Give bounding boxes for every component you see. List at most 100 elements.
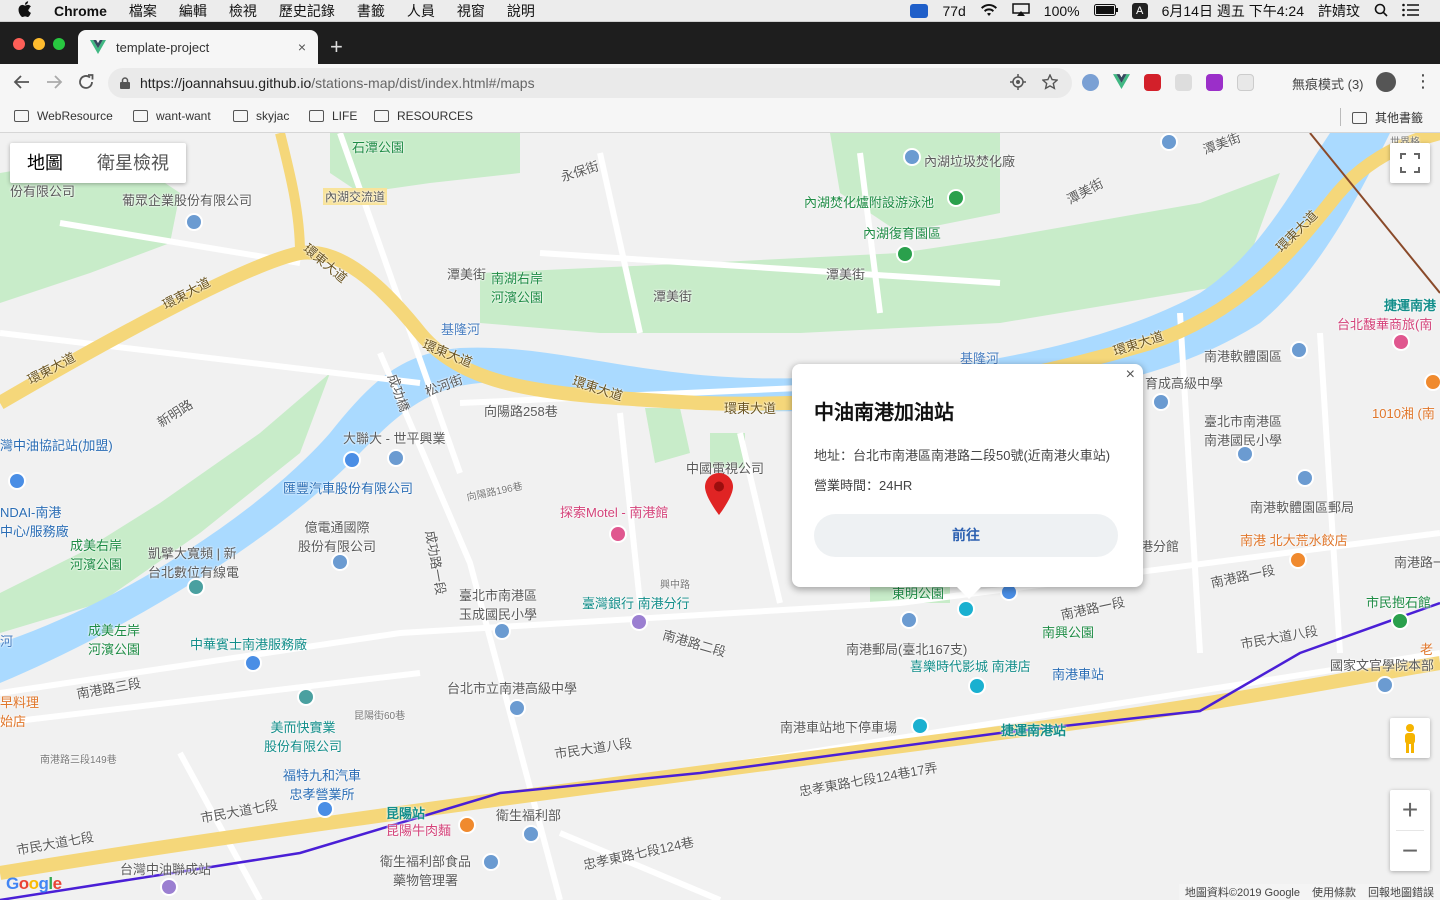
map-label[interactable]: 育成高級中學 bbox=[1145, 373, 1223, 392]
poi-gas-icon[interactable] bbox=[8, 472, 26, 490]
vue-devtools-icon[interactable] bbox=[1113, 74, 1130, 91]
map-label[interactable]: 捷運南港 bbox=[1384, 295, 1436, 314]
extension-rp-icon[interactable] bbox=[1206, 74, 1223, 91]
poi-yitong-icon[interactable] bbox=[331, 553, 349, 571]
map-label[interactable]: 臺北市南港區 南港國民小學 bbox=[1204, 411, 1282, 449]
navigate-button[interactable]: 前往 bbox=[814, 514, 1118, 557]
menu-bookmarks[interactable]: 書籤 bbox=[357, 1, 385, 21]
map-label[interactable]: 成美右岸 河濱公園 bbox=[70, 535, 122, 573]
poi-post-icon[interactable] bbox=[900, 611, 918, 629]
map-label[interactable]: 石潭公園 bbox=[352, 137, 404, 156]
map-label[interactable]: 潭美街 bbox=[653, 286, 692, 305]
menu-people[interactable]: 人員 bbox=[407, 1, 435, 21]
airplay-icon[interactable] bbox=[1012, 2, 1030, 20]
bookmark-want-want[interactable]: want-want bbox=[133, 109, 211, 123]
extension-grid-icon[interactable] bbox=[1237, 74, 1254, 91]
poi-academy-icon[interactable] bbox=[1376, 676, 1394, 694]
map-label[interactable]: 葡眾企業股份有限公司 bbox=[122, 190, 252, 209]
map-label[interactable]: 台北馥華商旅(南 bbox=[1337, 314, 1432, 333]
poi-company-icon[interactable] bbox=[185, 213, 203, 231]
poi-station-parking-icon[interactable] bbox=[911, 717, 929, 735]
poi-parking-icon[interactable] bbox=[957, 600, 975, 618]
address-bar[interactable]: https://joannahsuu.github.io/stations-ma… bbox=[108, 68, 1072, 98]
map-label[interactable]: 南港 北大荒水餃店 bbox=[1240, 530, 1348, 549]
map-label[interactable]: 台灣中油聯成站 bbox=[120, 859, 211, 878]
zoom-out-button[interactable]: − bbox=[1390, 831, 1430, 871]
map-label[interactable]: 探索Motel - 南港館 bbox=[560, 502, 668, 521]
user-name[interactable]: 許婧玟 bbox=[1318, 1, 1360, 21]
map-label[interactable]: 捷運南港站 bbox=[1001, 720, 1066, 739]
menu-help[interactable]: 說明 bbox=[507, 1, 535, 21]
map-label[interactable]: 南港軟體園區 bbox=[1204, 346, 1282, 365]
map-label[interactable]: 1010湘 (南 bbox=[1372, 403, 1435, 422]
map-label[interactable]: 衛生福利部 bbox=[496, 805, 561, 824]
maximize-window-button[interactable] bbox=[53, 38, 65, 50]
notification-center-icon[interactable] bbox=[1402, 3, 1420, 20]
zoom-in-button[interactable]: + bbox=[1390, 790, 1430, 830]
selected-marker-icon[interactable] bbox=[705, 473, 733, 515]
bookmark-star-icon[interactable] bbox=[1041, 73, 1059, 95]
poi-ministry-icon[interactable] bbox=[522, 825, 540, 843]
poi-school-icon[interactable] bbox=[1152, 393, 1170, 411]
poi-cable-icon[interactable] bbox=[187, 578, 205, 596]
map-label[interactable]: 衛生福利部食品 藥物管理署 bbox=[380, 851, 471, 889]
battery-percent[interactable]: 100% bbox=[1044, 3, 1080, 19]
map-label[interactable]: 昆陽牛肉麵 bbox=[386, 820, 451, 839]
poi-elementary-icon[interactable] bbox=[1236, 445, 1254, 463]
poi-motel-icon[interactable] bbox=[609, 525, 627, 543]
poi-hotel-icon[interactable] bbox=[1392, 333, 1410, 351]
map-label[interactable]: 早料理 始店 bbox=[0, 692, 39, 730]
new-tab-button[interactable]: + bbox=[330, 34, 343, 60]
chrome-menu-icon[interactable]: ⋮ bbox=[1414, 71, 1432, 92]
poi-restaurant-icon[interactable] bbox=[1289, 551, 1307, 569]
map-label[interactable]: 內湖垃圾焚化廠 bbox=[924, 151, 1015, 170]
extension-red-icon[interactable] bbox=[1144, 74, 1161, 91]
temperature[interactable]: 77d bbox=[942, 3, 965, 19]
map-label[interactable]: 市民抱石館 bbox=[1366, 592, 1431, 611]
map-label[interactable]: 國家文官學院本部 bbox=[1330, 655, 1434, 674]
location-icon[interactable] bbox=[1010, 74, 1026, 95]
battery-icon[interactable] bbox=[1093, 3, 1118, 19]
poi-incinerator-icon[interactable] bbox=[903, 148, 921, 166]
input-method-badge[interactable]: A bbox=[1131, 3, 1148, 19]
menu-view[interactable]: 檢視 bbox=[229, 1, 257, 21]
map-label[interactable]: 臺灣銀行 南港分行 bbox=[582, 593, 690, 612]
bookmark-webresource[interactable]: WebResource bbox=[14, 109, 113, 123]
street-view-button[interactable] bbox=[1390, 718, 1430, 758]
map-label[interactable]: NDAI-南港 中心/服務廠 bbox=[0, 502, 69, 540]
back-icon[interactable] bbox=[12, 72, 32, 97]
menu-window[interactable]: 視窗 bbox=[457, 1, 485, 21]
menu-history[interactable]: 歷史記錄 bbox=[279, 1, 335, 21]
poi-beef-noodle-icon[interactable] bbox=[458, 816, 476, 834]
menu-file[interactable]: 檔案 bbox=[129, 1, 157, 21]
poi-climbing-icon[interactable] bbox=[1391, 612, 1409, 630]
spotlight-icon[interactable] bbox=[1374, 3, 1388, 20]
map-label[interactable]: 凱擘大寬頻 | 新 台北數位有線電 bbox=[148, 543, 239, 581]
poi-fda-icon[interactable] bbox=[482, 853, 500, 871]
report-error-link[interactable]: 回報地圖錯誤 bbox=[1368, 884, 1434, 900]
map-label[interactable]: 中華賓士南港服務廠 bbox=[190, 634, 307, 653]
map-label[interactable]: 南港車站地下停車場 bbox=[780, 717, 897, 736]
wifi-icon[interactable] bbox=[980, 3, 998, 20]
tab-template-project[interactable]: template-project × bbox=[78, 30, 318, 64]
apple-icon[interactable] bbox=[18, 0, 36, 21]
map-label[interactable]: 臺北市南港區 玉成國民小學 bbox=[459, 585, 537, 623]
poi-park-icon[interactable] bbox=[896, 245, 914, 263]
lock-icon[interactable] bbox=[120, 77, 130, 89]
map-type-map-button[interactable]: 地圖 bbox=[10, 143, 80, 183]
map-label[interactable]: 老 bbox=[1420, 639, 1433, 658]
poi-post-icon[interactable] bbox=[1296, 469, 1314, 487]
map-label[interactable]: 福特九和汽車 忠孝營業所 bbox=[283, 765, 361, 803]
poi-shopping-icon[interactable] bbox=[343, 451, 361, 469]
tab-close-icon[interactable]: × bbox=[298, 39, 306, 55]
bookmark-resources[interactable]: RESOURCES bbox=[374, 109, 473, 123]
incognito-label[interactable]: 無痕模式 (3) bbox=[1292, 74, 1364, 93]
map-label[interactable]: 潭美街 bbox=[447, 264, 486, 283]
poi-benz-icon[interactable] bbox=[244, 654, 262, 672]
bookmark-skyjac[interactable]: skyjac bbox=[233, 109, 289, 123]
map-label[interactable]: 灣中油協記站(加盟) bbox=[0, 435, 113, 454]
map-label[interactable]: 南港軟體園區郵局 bbox=[1250, 497, 1354, 516]
map-type-satellite-button[interactable]: 衛星檢視 bbox=[80, 143, 186, 183]
incognito-icon[interactable] bbox=[1376, 72, 1396, 92]
poi-gas-station-icon[interactable] bbox=[160, 878, 178, 896]
